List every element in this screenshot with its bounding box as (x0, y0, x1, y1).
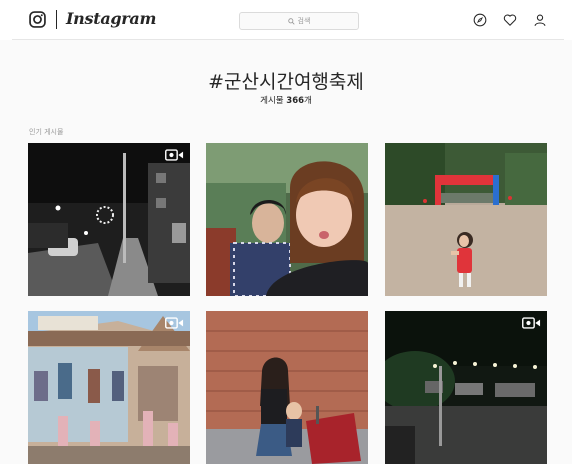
video-icon (165, 317, 184, 329)
user-icon[interactable] (533, 13, 547, 27)
logo-divider (56, 10, 57, 29)
post-count: 게시물 366개 (260, 96, 312, 106)
search-placeholder: 검색 (297, 17, 311, 25)
top-posts-label: 인기 게시물 (29, 128, 64, 136)
post-count-value: 366 (286, 96, 305, 106)
post-image-2 (206, 143, 368, 296)
header-divider (12, 39, 564, 40)
post-image-4 (28, 311, 190, 464)
post-image-6 (385, 311, 547, 464)
post-image-5 (206, 311, 368, 464)
instagram-wordmark[interactable]: Instagram (66, 9, 156, 28)
search-icon (287, 17, 295, 25)
video-icon (165, 149, 184, 161)
post-tile-1[interactable] (28, 143, 190, 296)
instagram-glyph-icon[interactable] (29, 11, 46, 28)
post-tile-5[interactable] (206, 311, 368, 464)
post-tile-3[interactable] (385, 143, 547, 296)
video-icon (522, 317, 541, 329)
post-tile-6[interactable] (385, 311, 547, 464)
hashtag-title: #군산시간여행축제 (208, 71, 364, 93)
post-tile-4[interactable] (28, 311, 190, 464)
post-image-1 (28, 143, 190, 296)
post-image-3 (385, 143, 547, 296)
compass-icon[interactable] (473, 13, 487, 27)
heart-icon[interactable] (503, 13, 517, 27)
top-nav-bar: Instagram 검색 (0, 0, 572, 40)
search-input[interactable]: 검색 (239, 12, 359, 30)
post-tile-2[interactable] (206, 143, 368, 296)
